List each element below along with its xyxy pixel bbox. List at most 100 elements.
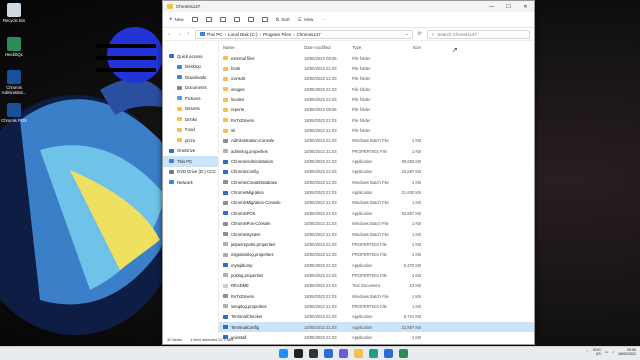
sidebar-item[interactable]: Food	[163, 125, 218, 136]
file-row[interactable]: README 18/05/2022 21:03 Text Document 13 KB	[219, 281, 534, 291]
file-row[interactable]: ChromisAdministration 18/05/2022 21:03 App…	[219, 156, 534, 166]
search-icon[interactable]	[294, 349, 303, 358]
copy-icon[interactable]	[205, 17, 212, 22]
column-header-name[interactable]: Name	[219, 45, 304, 50]
sidebar-item[interactable]: Pictures	[163, 93, 218, 104]
file-name-cell: ChromisAdministration	[219, 159, 304, 164]
file-type: File folder	[352, 128, 371, 134]
volume-icon[interactable]: ♪	[612, 350, 614, 354]
folder-icon	[177, 117, 182, 122]
file-name: Administration-Console	[231, 138, 275, 144]
forward-button[interactable]: →	[177, 31, 182, 37]
file-row[interactable]: ChromisConfig 18/05/2022 21:03 Application…	[219, 167, 534, 177]
search-input[interactable]: ⌕ Search Chromis147	[426, 29, 530, 39]
store-icon[interactable]	[384, 349, 393, 358]
sidebar-item[interactable]: Downloads	[163, 72, 218, 83]
app-file-icon	[223, 314, 228, 319]
file-row[interactable]: icons45 18/05/2022 21:03 File folder	[219, 74, 534, 84]
breadcrumb-program-files[interactable]: Program Files	[263, 32, 291, 37]
share-icon[interactable]	[247, 17, 254, 22]
address-bar[interactable]: This PC › Local Disk (C:) › Program Files ›…	[194, 29, 413, 39]
file-row[interactable]: reports 18/05/2022 09:06 File folder	[219, 105, 534, 115]
file-size: 6,370 KB	[403, 262, 421, 268]
file-date: 18/05/2022 21:03	[304, 169, 337, 175]
refresh-button[interactable]: ⟳	[418, 31, 422, 37]
file-row[interactable]: ChromisSystem 18/05/2022 21:03 Windows Bat…	[219, 229, 534, 239]
back-button[interactable]: ←	[167, 31, 172, 37]
file-row[interactable]: sk 18/05/2022 21:03 File folder	[219, 125, 534, 135]
file-date: 18/05/2022 21:03	[304, 231, 337, 237]
file-row[interactable]: mysqldump 18/05/2022 21:03 Application 6,37…	[219, 260, 534, 270]
sidebar-item[interactable]: DVD Drive (D:) CCC	[163, 167, 218, 178]
file-row[interactable]: ChromisMigration-Console 18/05/2022 21:03…	[219, 198, 534, 208]
cut-icon[interactable]	[191, 17, 198, 22]
file-row[interactable]: locales 18/05/2022 21:03 File folder	[219, 94, 534, 104]
desktop-icon-heidisql[interactable]: HeidiSQL	[0, 37, 28, 58]
desktop-icon-recycle-bin[interactable]: Recycle Bin	[0, 3, 28, 24]
desktop-icon-chromis-admin[interactable]: Chromis Administrat...	[0, 70, 28, 96]
clock[interactable]: 09:06 18/05/2022	[618, 348, 636, 357]
file-name-cell: ChromisSystem	[219, 232, 304, 237]
more-button[interactable]: ···	[321, 17, 326, 22]
breadcrumb-chromis147[interactable]: Chromis147	[297, 32, 321, 37]
sidebar-item[interactable]: Documents	[163, 83, 218, 94]
sidebar-item[interactable]: This PC	[163, 156, 218, 167]
heidisql-icon[interactable]	[399, 349, 408, 358]
file-row[interactable]: RxTxDrivers 18/05/2022 21:03 Windows Batch…	[219, 291, 534, 301]
sort-button[interactable]: ⇅ Sort	[276, 17, 290, 23]
start-icon[interactable]	[279, 349, 288, 358]
file-row[interactable]: ChromisPOS 18/05/2022 21:03 Application 33,…	[219, 208, 534, 218]
file-row[interactable]: ChromisMigration 18/05/2022 21:03 Applicat…	[219, 187, 534, 197]
column-header-size[interactable]: Size	[398, 45, 421, 50]
column-header-date[interactable]: Date modified	[304, 45, 352, 50]
sidebar-item[interactable]: Drinks	[163, 114, 218, 125]
file-row[interactable]: images 18/05/2022 21:03 File folder	[219, 84, 534, 94]
file-row[interactable]: jasperreports.properties 18/05/2022 21:03…	[219, 239, 534, 249]
view-button[interactable]: ☰ View	[298, 17, 314, 23]
chevron-up-icon[interactable]: ⌃	[586, 350, 589, 354]
file-row[interactable]: RxTxDrivers 18/05/2022 21:03 File folder	[219, 115, 534, 125]
minimize-button[interactable]: —	[483, 4, 500, 10]
desktop-icon-chromis-pos[interactable]: Chromis POS	[0, 103, 28, 124]
rename-icon[interactable]	[233, 17, 240, 22]
sidebar-item[interactable]: Quick access	[163, 51, 218, 62]
delete-icon[interactable]	[261, 17, 268, 22]
language-indicator[interactable]: ENG US	[593, 348, 601, 357]
paste-icon[interactable]	[219, 17, 226, 22]
close-button[interactable]: ✕	[517, 4, 534, 10]
column-header-type[interactable]: Type	[352, 45, 398, 50]
up-button[interactable]: ↑	[187, 31, 190, 37]
file-row[interactable]: Administration-Console 18/05/2022 21:03 Wi…	[219, 136, 534, 146]
sidebar-item-label: Network	[177, 179, 193, 185]
breadcrumb-local-disk[interactable]: Local Disk (C:)	[228, 32, 258, 37]
network-icon[interactable]: ▭	[605, 350, 608, 354]
chevron-down-icon[interactable]: ⌄	[405, 31, 412, 37]
file-date: 18/05/2022 21:03	[304, 210, 337, 216]
desktop-icon-label: HeidiSQL	[5, 52, 23, 57]
file-row[interactable]: TerminalConfig 18/05/2022 21:03 Applicatio…	[219, 321, 534, 333]
sidebar-item[interactable]: Desktop	[163, 62, 218, 73]
file-row[interactable]: TerminalChecker 18/05/2022 21:03 Applicati…	[219, 312, 534, 322]
widgets-icon[interactable]	[324, 349, 333, 358]
edge-icon[interactable]	[369, 349, 378, 358]
sidebar-item[interactable]: Network	[163, 177, 218, 188]
sidebar-item-label: Downloads	[185, 74, 207, 80]
file-row[interactable]: poslog.properties 18/05/2022 21:03 PROPERT…	[219, 270, 534, 280]
chat-icon[interactable]	[339, 349, 348, 358]
file-row[interactable]: migrationlog.properties 18/05/2022 21:03 P…	[219, 250, 534, 260]
file-row[interactable]: adminlog.properties 18/05/2022 21:03 PROPE…	[219, 146, 534, 156]
file-row[interactable]: ChromisCreateDatabase 18/05/2022 21:03 Win…	[219, 177, 534, 187]
task-view-icon[interactable]	[309, 349, 318, 358]
file-row[interactable]: external files 18/05/2022 09:05 File folde…	[219, 53, 534, 63]
sidebar-item[interactable]: Deserts	[163, 104, 218, 115]
file-row[interactable]: setuplog.properties 18/05/2022 21:03 PROPE…	[219, 301, 534, 311]
maximize-button[interactable]: ☐	[500, 4, 517, 10]
file-explorer-icon[interactable]	[354, 349, 363, 358]
sidebar-item[interactable]: OneDrive	[163, 146, 218, 157]
file-name-cell: README	[219, 283, 304, 288]
file-row[interactable]: ChromisPos-Console 18/05/2022 21:03 Window…	[219, 219, 534, 229]
new-button[interactable]: + New	[169, 17, 184, 23]
breadcrumb-this-pc[interactable]: This PC	[207, 32, 223, 37]
sidebar-item[interactable]: pizza	[163, 135, 218, 146]
file-row[interactable]: fonts 18/05/2022 21:03 File folder	[219, 63, 534, 73]
